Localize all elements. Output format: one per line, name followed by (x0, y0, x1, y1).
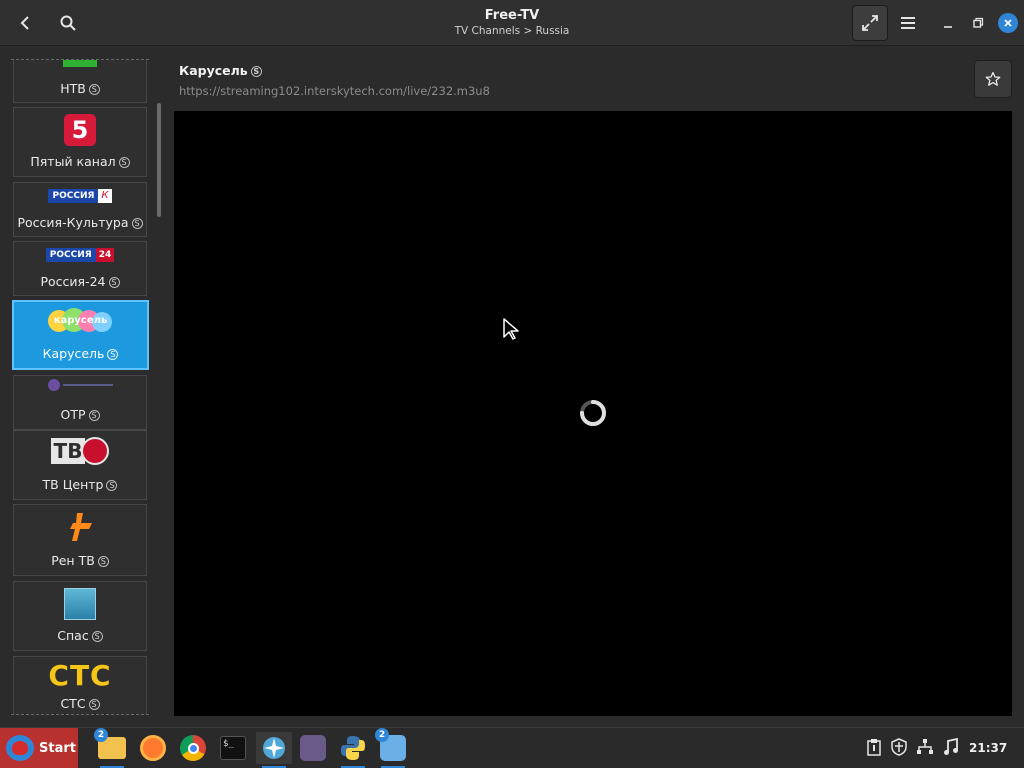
fullscreen-button[interactable] (852, 5, 888, 41)
channel-label: Пятый канал (30, 154, 116, 169)
free-tv-icon (263, 737, 285, 759)
channel-item-sts[interactable]: СТС СТС S (13, 656, 147, 714)
breadcrumb: TV Channels > Russia (454, 25, 570, 37)
window-title: Free-TV TV Channels > Russia (312, 7, 712, 38)
channel-sidebar: НТВ S 5 Пятый канал S РОССИЯ К Россия-Куль… (0, 47, 163, 720)
taskbar-terminal[interactable]: $_ (217, 732, 249, 764)
channel-item-ntv[interactable]: НТВ S (13, 60, 147, 103)
app-grid-icon (300, 735, 326, 761)
channel-item-karusel[interactable]: карусель Карусель S (12, 300, 149, 370)
taskbar-python[interactable] (337, 732, 369, 768)
tray-audio[interactable] (941, 737, 961, 757)
russia-kultura-logo: РОССИЯ К (14, 189, 146, 203)
back-button[interactable] (8, 6, 42, 40)
channel-label: НТВ (60, 81, 86, 96)
mouse-cursor-icon (503, 318, 519, 340)
channel-label: Россия-24 (40, 274, 106, 289)
channel-label: Россия-Культура (17, 215, 129, 230)
restore-icon (973, 17, 984, 28)
stream-icon: S (88, 84, 100, 95)
star-icon (985, 71, 1001, 86)
tv-centr-logo: ТВ (14, 437, 146, 465)
stream-url: https://streaming102.interskytech.com/li… (179, 84, 490, 98)
app-title: Free-TV (484, 8, 540, 23)
expand-icon (862, 15, 878, 31)
chrome-icon (180, 735, 206, 761)
channel-label: ТВ Центр (42, 477, 104, 492)
channel-item-tv-centr[interactable]: ТВ ТВ Центр S (13, 430, 147, 500)
search-icon (60, 15, 76, 31)
header-bar: Free-TV TV Channels > Russia (0, 0, 1024, 46)
music-note-icon (944, 738, 958, 755)
stream-icon: S (108, 277, 120, 288)
channel-label: Карусель (42, 346, 105, 361)
taskbar-chrome[interactable] (177, 732, 209, 764)
spas-logo (14, 588, 146, 620)
stream-icon: S (88, 699, 100, 710)
channel-item-ren-tv[interactable]: Рен ТВ S (13, 504, 147, 576)
taskbar: Start 2 $_ 2 21:37 (0, 727, 1024, 768)
search-button[interactable] (51, 6, 85, 40)
files-badge: 2 (94, 728, 108, 742)
channel-list[interactable]: НТВ S 5 Пятый канал S РОССИЯ К Россия-Куль… (11, 59, 149, 715)
hamburger-icon (901, 17, 915, 29)
python-icon (341, 736, 365, 760)
video-player[interactable] (174, 111, 1012, 716)
minimize-button[interactable] (936, 6, 960, 40)
taskbar-firefox[interactable] (137, 732, 169, 764)
ntv-logo (14, 60, 146, 67)
back-icon (20, 16, 29, 30)
loading-spinner-icon (580, 400, 606, 426)
stream-icon: S (88, 410, 100, 421)
network-icon (917, 739, 933, 754)
channel-label: Рен ТВ (51, 553, 95, 568)
taskbar-free-tv[interactable] (256, 732, 292, 768)
stream-icon: S (131, 218, 143, 229)
stream-icon: S (97, 556, 109, 567)
channel-item-5[interactable]: 5 Пятый канал S (13, 107, 147, 177)
favorite-button[interactable] (974, 60, 1012, 98)
terminal-icon: $_ (220, 736, 246, 760)
stream-icon: S (91, 631, 103, 642)
start-label: Start (39, 741, 76, 756)
close-icon (1004, 19, 1012, 27)
player-panel: Карусель S https://streaming102.interskyt… (163, 47, 1024, 720)
tray-network[interactable] (915, 737, 935, 757)
start-menu-icon (6, 735, 34, 761)
channel-title: Карусель (179, 63, 248, 78)
taskbar-app-grid[interactable] (297, 732, 329, 764)
restore-button[interactable] (966, 6, 990, 40)
channel-item-russia-24[interactable]: РОССИЯ 24 Россия-24 S (13, 241, 147, 296)
minimize-icon (944, 26, 952, 28)
clock: 21:37 (969, 741, 1008, 755)
menu-button[interactable] (891, 6, 925, 40)
notes-badge: 2 (375, 728, 389, 742)
tray-security[interactable] (889, 737, 909, 757)
channel-5-logo: 5 (14, 114, 146, 146)
sts-logo: СТС (48, 659, 112, 692)
otr-logo (14, 379, 146, 391)
stream-icon: S (107, 349, 119, 360)
close-button[interactable] (998, 13, 1018, 33)
channel-label: Спас (57, 628, 89, 643)
taskbar-notes[interactable]: 2 (375, 728, 409, 768)
channel-item-russia-kultura[interactable]: РОССИЯ К Россия-Культура S (13, 182, 147, 237)
ren-tv-logo (14, 511, 146, 543)
channel-item-otr[interactable]: ОТР S (13, 375, 147, 430)
channel-item-spas[interactable]: Спас S (13, 581, 147, 651)
channel-label: ОТР (60, 407, 86, 422)
shield-icon (891, 738, 907, 756)
stream-icon: S (250, 66, 262, 77)
channel-label: СТС (60, 696, 86, 711)
russia-24-logo: РОССИЯ 24 (14, 248, 146, 262)
stream-icon: S (106, 480, 118, 491)
clipboard-icon (867, 739, 881, 756)
sidebar-scrollbar[interactable] (157, 103, 161, 217)
firefox-icon (140, 735, 166, 761)
stream-icon: S (118, 157, 130, 168)
karusel-logo: карусель (14, 308, 147, 336)
start-button[interactable]: Start (0, 728, 78, 768)
taskbar-files[interactable]: 2 (94, 728, 128, 768)
tray-clipboard[interactable] (864, 737, 884, 757)
